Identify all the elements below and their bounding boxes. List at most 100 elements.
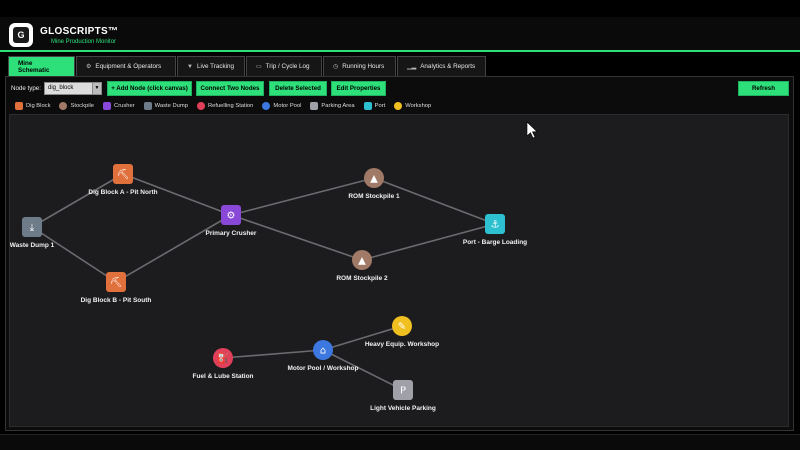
app-title: GLOSCRIPTS™ xyxy=(40,26,119,37)
stockpile-icon xyxy=(59,102,68,110)
node-label: Fuel & Lube Station xyxy=(192,373,253,380)
crusher-glyph-icon: ⚙ xyxy=(227,211,236,222)
parking-glyph-icon: P xyxy=(400,386,406,397)
legend-item-dig-block: Dig Block xyxy=(15,102,50,110)
node-heavy[interactable]: ✎ Heavy Equip. Workshop xyxy=(365,316,439,348)
legend-item-refuelling-station: Refuelling Station xyxy=(196,102,254,110)
connection-digB-crusher[interactable] xyxy=(115,214,232,283)
node-type-value: dig_block xyxy=(48,85,74,91)
legend-item-crusher: Crusher xyxy=(103,102,135,110)
crusher-icon xyxy=(103,102,112,110)
legend-label: Port xyxy=(374,103,386,109)
port-icon xyxy=(363,102,372,110)
connect-nodes-button[interactable]: Connect Two Nodes xyxy=(196,81,264,96)
gear-icon: ⚙ xyxy=(86,64,92,70)
node-label: Port - Barge Loading xyxy=(463,239,527,246)
node-label: Heavy Equip. Workshop xyxy=(365,341,439,348)
add-node-button[interactable]: + Add Node (click canvas) xyxy=(107,81,192,96)
parking-icon xyxy=(310,102,319,110)
node-label: Dig Block B - Pit South xyxy=(81,297,152,304)
schematic-toolbar: Node type: dig_block ▼ + Add Node (click… xyxy=(6,81,793,97)
clock-icon: ◷ xyxy=(333,64,339,70)
node-digB[interactable]: ⛏ Dig Block B - Pit South xyxy=(81,272,152,304)
connection-waste-digA[interactable] xyxy=(31,173,124,228)
location-icon: ▼ xyxy=(187,63,193,70)
tab-label: Running Hours xyxy=(342,63,385,70)
workshop-icon xyxy=(394,102,403,110)
node-label: Dig Block A - Pit North xyxy=(88,189,157,196)
dig-block-icon xyxy=(15,102,23,110)
refresh-button[interactable]: Refresh xyxy=(738,81,789,96)
legend-label: Parking Area xyxy=(321,103,355,109)
connection-waste-digB[interactable] xyxy=(31,226,117,283)
tab-analytics-reports[interactable]: ▁▂ Analytics & Reports xyxy=(397,56,486,76)
fuel-icon xyxy=(196,102,205,110)
legend-label: Crusher xyxy=(114,103,135,109)
node-rom1[interactable]: ▲ ROM Stockpile 1 xyxy=(348,168,400,200)
port-glyph-icon: ⚓ xyxy=(491,220,500,231)
app-logo-icon: G xyxy=(9,23,33,47)
tab-label: Live Tracking xyxy=(196,63,235,70)
tab-label: Analytics & Reports xyxy=(420,63,476,70)
node-parking[interactable]: P Light Vehicle Parking xyxy=(370,380,436,412)
node-waste[interactable]: ⤓ Waste Dump 1 xyxy=(10,217,55,249)
schematic-panel: Node type: dig_block ▼ + Add Node (click… xyxy=(5,76,794,431)
legend-label: Stockpile xyxy=(70,103,95,109)
node-type-label: Node type: xyxy=(11,85,41,92)
edit-properties-button[interactable]: Edit Properties xyxy=(331,81,386,96)
schematic-canvas[interactable]: ⤓ Waste Dump 1 ⛏ Dig Block A - Pit North ⛏ Di… xyxy=(9,114,789,427)
app-header: G GLOSCRIPTS™ Mine Production Monitor xyxy=(0,17,800,52)
legend-label: Workshop xyxy=(405,103,432,109)
motor-pool-icon xyxy=(262,102,271,110)
legend-item-stockpile: Stockpile xyxy=(59,102,94,110)
app-subtitle: Mine Production Monitor xyxy=(51,39,117,45)
tab-bar: Mine Schematic ⚙ Equipment & Operators ▼… xyxy=(8,56,487,76)
node-label: Waste Dump 1 xyxy=(10,242,55,249)
fuel-glyph-icon: ⛽ xyxy=(217,352,229,365)
connection-crusher-rom2[interactable] xyxy=(230,214,363,261)
tab-equipment-operators[interactable]: ⚙ Equipment & Operators xyxy=(76,56,176,76)
node-label: ROM Stockpile 1 xyxy=(348,193,400,200)
workshop-glyph-icon: ✎ xyxy=(398,322,406,333)
stockpile-glyph-icon: ▲ xyxy=(358,256,366,267)
legend-item-motor-pool: Motor Pool xyxy=(262,102,301,110)
window-top-strip xyxy=(0,0,800,17)
dig-glyph-icon: ⛏ xyxy=(117,169,130,181)
logo-text: G xyxy=(13,27,29,43)
motorpool-glyph-icon: ⌂ xyxy=(320,346,326,357)
node-label: Light Vehicle Parking xyxy=(370,405,436,412)
status-bar xyxy=(0,434,800,450)
legend-item-workshop: Workshop xyxy=(394,102,431,110)
connection-fuel-motor[interactable] xyxy=(222,349,324,359)
chart-icon: ▁▂ xyxy=(407,64,417,70)
stockpile-glyph-icon: ▲ xyxy=(370,174,378,185)
tab-mine-schematic[interactable]: Mine Schematic xyxy=(8,56,75,76)
mouse-cursor-icon xyxy=(526,121,538,139)
legend-item-port: Port xyxy=(363,102,386,110)
tab-live-tracking[interactable]: ▼ Live Tracking xyxy=(177,56,245,76)
tab-trip-cycle-log[interactable]: ▭ Trip / Cycle Log xyxy=(246,56,322,76)
node-type-select[interactable]: dig_block ▼ xyxy=(44,82,102,95)
tab-running-hours[interactable]: ◷ Running Hours xyxy=(323,56,396,76)
node-label: Primary Crusher xyxy=(206,230,257,237)
delete-selected-button[interactable]: Delete Selected xyxy=(269,81,327,96)
tab-label: Equipment & Operators xyxy=(95,63,162,70)
waste-dump-icon xyxy=(143,102,152,110)
node-motor[interactable]: ⌂ Motor Pool / Workshop xyxy=(287,340,359,372)
node-digA[interactable]: ⛏ Dig Block A - Pit North xyxy=(88,164,158,196)
connection-rom1-port[interactable] xyxy=(373,177,496,225)
legend-item-parking-area: Parking Area xyxy=(310,102,355,110)
legend-label: Motor Pool xyxy=(273,103,302,109)
dig-glyph-icon: ⛏ xyxy=(110,277,123,289)
node-label: Motor Pool / Workshop xyxy=(287,365,358,372)
tab-label: Mine Schematic xyxy=(18,59,50,74)
log-icon: ▭ xyxy=(256,64,262,70)
node-fuel[interactable]: ⛽ Fuel & Lube Station xyxy=(192,348,254,380)
node-legend: Dig Block Stockpile Crusher Waste Dump R… xyxy=(15,101,431,111)
node-label: ROM Stockpile 2 xyxy=(336,275,388,282)
schematic-svg[interactable]: ⤓ Waste Dump 1 ⛏ Dig Block A - Pit North ⛏ Di… xyxy=(10,115,790,428)
chevron-down-icon: ▼ xyxy=(92,83,101,94)
legend-label: Refuelling Station xyxy=(207,103,254,109)
legend-label: Dig Block xyxy=(26,103,51,109)
legend-label: Waste Dump xyxy=(154,103,188,109)
